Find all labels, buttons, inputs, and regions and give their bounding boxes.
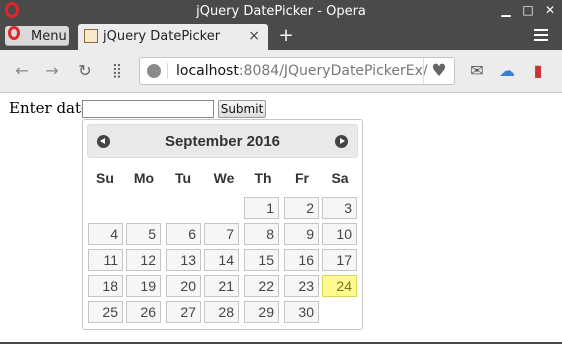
extension-icon[interactable]: ▮: [528, 61, 548, 81]
window-titlebar: jQuery DatePicker - Opera ▁ □ ✕: [0, 0, 562, 24]
menu-label: Menu: [31, 29, 67, 44]
day-cell-3[interactable]: 3: [322, 197, 357, 219]
day-cell-6[interactable]: 6: [166, 223, 201, 245]
minimize-icon[interactable]: ▁: [500, 3, 512, 17]
tab-title: jQuery DatePicker: [103, 29, 221, 44]
day-cell-28[interactable]: 28: [204, 301, 239, 323]
mail-icon[interactable]: ✉: [467, 61, 487, 81]
forward-icon[interactable]: →: [42, 61, 62, 81]
day-cell-5[interactable]: 5: [126, 223, 161, 245]
day-cell-2[interactable]: 2: [284, 197, 319, 219]
day-cell-7[interactable]: 7: [204, 223, 239, 245]
day-cell-29[interactable]: 29: [244, 301, 279, 323]
favicon-icon: [84, 29, 98, 43]
back-icon[interactable]: ←: [12, 61, 32, 81]
day-cell-8[interactable]: 8: [244, 223, 279, 245]
tab-strip: Menu jQuery DatePicker × +: [0, 24, 562, 50]
window-controls: ▁ □ ✕: [500, 3, 556, 17]
weekday-header: Su: [96, 170, 114, 186]
day-cell-23[interactable]: 23: [284, 275, 319, 297]
day-cell-25[interactable]: 25: [88, 301, 123, 323]
reload-icon[interactable]: ↻: [75, 61, 95, 81]
day-cell-17[interactable]: 17: [322, 249, 357, 271]
submit-button[interactable]: Submit: [218, 100, 266, 118]
address-bar[interactable]: localhost:8084/JQueryDatePickerEx/ ♥: [139, 57, 455, 85]
day-cell-11[interactable]: 11: [88, 249, 123, 271]
day-cell-1[interactable]: 1: [244, 197, 279, 219]
browser-toolbar: ← → ↻ ⣿ localhost:8084/JQueryDatePickerE…: [0, 50, 562, 93]
day-cell-13[interactable]: 13: [166, 249, 201, 271]
opera-logo-icon: [8, 26, 20, 40]
tab-close-icon[interactable]: ×: [248, 28, 260, 44]
date-input[interactable]: [82, 100, 214, 118]
next-month-icon[interactable]: [335, 135, 348, 148]
day-cell-12[interactable]: 12: [126, 249, 161, 271]
day-cell-27[interactable]: 27: [166, 301, 201, 323]
day-cell-15[interactable]: 15: [244, 249, 279, 271]
weekday-header: Mo: [133, 170, 155, 186]
day-cell-26[interactable]: 26: [126, 301, 161, 323]
day-cell-16[interactable]: 16: [284, 249, 319, 271]
day-cell-4[interactable]: 4: [88, 223, 123, 245]
weekday-header: Sa: [331, 170, 349, 186]
weekday-header: Tu: [174, 170, 192, 186]
day-cell-24[interactable]: 24: [322, 275, 357, 297]
new-tab-button[interactable]: +: [276, 26, 296, 46]
weekday-header: We: [213, 170, 235, 186]
day-cell-19[interactable]: 19: [126, 275, 161, 297]
address-text: localhost:8084/JQueryDatePickerEx/: [176, 63, 428, 79]
tab-jquery-datepicker[interactable]: jQuery DatePicker ×: [78, 24, 268, 50]
day-cell-18[interactable]: 18: [88, 275, 123, 297]
heart-icon[interactable]: ♥: [423, 58, 454, 84]
datepicker-header: September 2016: [87, 124, 358, 158]
day-cell-10[interactable]: 10: [322, 223, 357, 245]
window-title: jQuery DatePicker - Opera: [196, 4, 366, 19]
day-cell-20[interactable]: 20: [166, 275, 201, 297]
day-cell-9[interactable]: 9: [284, 223, 319, 245]
datepicker: September 2016 Su Mo Tu We Th Fr Sa 1234…: [82, 119, 363, 330]
opera-menu-button[interactable]: Menu: [5, 26, 69, 46]
page-content: Enter date: Submit September 2016 Su Mo …: [0, 93, 562, 344]
weekday-header: Th: [254, 170, 272, 186]
day-cell-14[interactable]: 14: [204, 249, 239, 271]
speed-dial-icon[interactable]: ⣿: [107, 61, 127, 81]
day-cell-22[interactable]: 22: [244, 275, 279, 297]
weekday-header: Fr: [295, 170, 309, 186]
day-cell-30[interactable]: 30: [284, 301, 319, 323]
maximize-icon[interactable]: □: [522, 3, 534, 17]
site-info-icon[interactable]: [147, 64, 161, 78]
day-cell-21[interactable]: 21: [204, 275, 239, 297]
month-title: September 2016: [164, 133, 281, 150]
tab-menu-icon[interactable]: [534, 29, 548, 44]
close-window-icon[interactable]: ✕: [544, 3, 556, 17]
cloud-icon[interactable]: ☁: [497, 61, 517, 81]
